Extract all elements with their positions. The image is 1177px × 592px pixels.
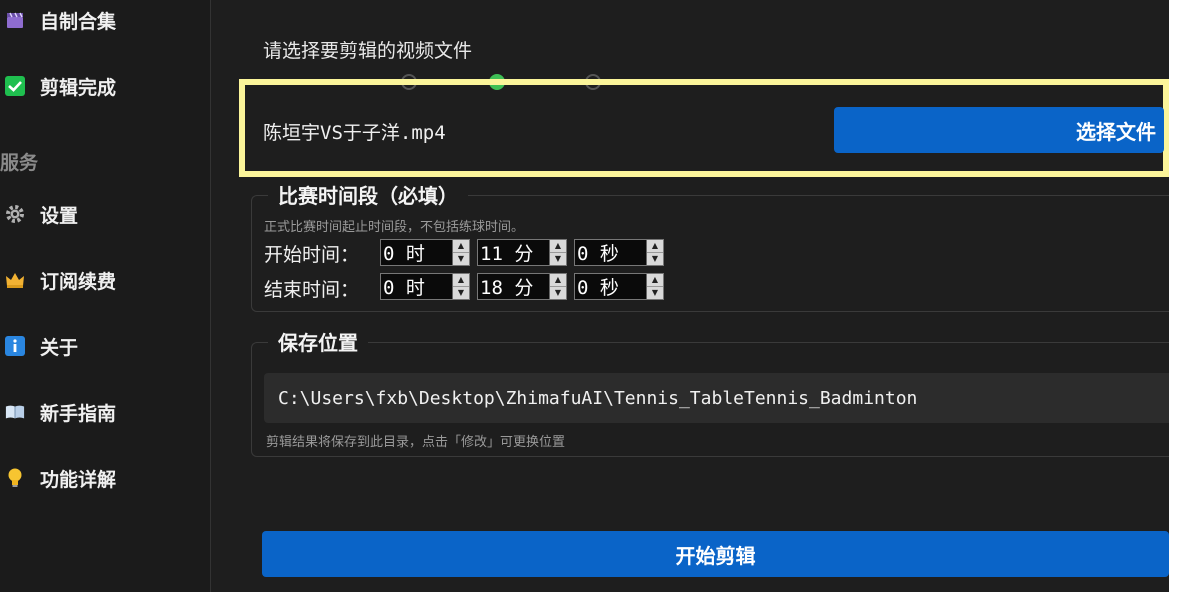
spin-down-icon[interactable]: ▼ (453, 252, 469, 265)
spin-down-icon[interactable]: ▼ (550, 286, 566, 299)
end-minute-spinbox[interactable]: 18 分 ▲ ▼ (477, 273, 567, 300)
sidebar-item-label: 关于 (40, 336, 79, 359)
main-panel: 请选择要剪辑的视频文件 陈垣宇VS于子洋.mp4 选择文件 比赛时间段（必填） … (211, 0, 1170, 592)
save-path-field[interactable]: C:\Users\fxb\Desktop\ZhimafuAI\Tennis_Ta… (264, 373, 1170, 423)
sidebar-item-label: 自制合集 (40, 10, 117, 33)
sidebar-item-edit-complete[interactable]: 剪辑完成 (0, 66, 210, 106)
sidebar-item-feature-details[interactable]: 功能详解 (0, 458, 210, 498)
match-time-hint: 正式比赛时间起止时间段，不包括练球时间。 (264, 220, 525, 235)
match-time-group: 比赛时间段（必填） 正式比赛时间起止时间段，不包括练球时间。 开始时间： 0 时… (251, 180, 1169, 312)
spin-arrows[interactable]: ▲ ▼ (646, 274, 663, 299)
sidebar-item-about[interactable]: 关于 (0, 326, 210, 366)
start-minute-spinbox[interactable]: 11 分 ▲ ▼ (477, 239, 567, 266)
spin-value: 18 分 (480, 277, 534, 299)
end-hour-spinbox[interactable]: 0 时 ▲ ▼ (380, 273, 470, 300)
spin-value: 0 时 (383, 277, 425, 299)
spin-arrows[interactable]: ▲ ▼ (452, 240, 469, 265)
book-icon (5, 402, 25, 422)
checkmark-icon (5, 76, 25, 96)
spin-value: 0 秒 (577, 277, 619, 299)
spin-arrows[interactable]: ▲ ▼ (452, 274, 469, 299)
sidebar: 自制合集 剪辑完成 服务 设置 订阅续费 关于 新手指南 功能详解 (0, 0, 211, 592)
lightbulb-icon (5, 468, 25, 488)
spin-arrows[interactable]: ▲ ▼ (646, 240, 663, 265)
spin-down-icon[interactable]: ▼ (453, 286, 469, 299)
gear-icon (5, 204, 25, 224)
spin-down-icon[interactable]: ▼ (647, 252, 663, 265)
spin-up-icon[interactable]: ▲ (550, 274, 566, 286)
spin-up-icon[interactable]: ▲ (453, 274, 469, 286)
spin-up-icon[interactable]: ▲ (550, 240, 566, 252)
info-icon (5, 336, 25, 356)
spin-up-icon[interactable]: ▲ (453, 240, 469, 252)
sidebar-item-label: 新手指南 (40, 402, 117, 425)
save-location-title: 保存位置 (268, 327, 368, 356)
sidebar-item-subscription[interactable]: 订阅续费 (0, 260, 210, 300)
crown-icon (5, 270, 25, 290)
end-time-label: 结束时间： (264, 279, 360, 301)
sidebar-item-custom-collection[interactable]: 自制合集 (0, 0, 210, 40)
spin-down-icon[interactable]: ▼ (647, 286, 663, 299)
spin-up-icon[interactable]: ▲ (647, 240, 663, 252)
clapperboard-icon (5, 10, 25, 30)
section-label-services: 服务 (0, 152, 39, 174)
spin-arrows[interactable]: ▲ ▼ (549, 240, 566, 265)
sidebar-item-label: 设置 (40, 204, 79, 227)
sidebar-item-settings[interactable]: 设置 (0, 194, 210, 234)
spin-value: 11 分 (480, 243, 534, 265)
save-location-group: 保存位置 C:\Users\fxb\Desktop\ZhimafuAI\Tenn… (251, 327, 1170, 457)
spin-down-icon[interactable]: ▼ (550, 252, 566, 265)
end-second-spinbox[interactable]: 0 秒 ▲ ▼ (574, 273, 664, 300)
select-file-button[interactable]: 选择文件 (834, 107, 1164, 153)
start-hour-spinbox[interactable]: 0 时 ▲ ▼ (380, 239, 470, 266)
file-select-prompt: 请选择要剪辑的视频文件 (263, 40, 473, 62)
sidebar-item-beginner-guide[interactable]: 新手指南 (0, 392, 210, 432)
start-second-spinbox[interactable]: 0 秒 ▲ ▼ (574, 239, 664, 266)
start-edit-button[interactable]: 开始剪辑 (262, 531, 1169, 577)
start-time-label: 开始时间： (264, 244, 360, 266)
sidebar-item-label: 订阅续费 (40, 270, 117, 293)
spin-arrows[interactable]: ▲ ▼ (549, 274, 566, 299)
spin-up-icon[interactable]: ▲ (647, 274, 663, 286)
spin-value: 0 时 (383, 243, 425, 265)
spin-value: 0 秒 (577, 243, 619, 265)
match-time-title: 比赛时间段（必填） (268, 180, 468, 209)
save-location-hint: 剪辑结果将保存到此目录，点击「修改」可更换位置 (266, 435, 566, 450)
sidebar-item-label: 剪辑完成 (40, 76, 117, 99)
right-edge-strip (1169, 0, 1177, 592)
sidebar-item-label: 功能详解 (40, 468, 117, 491)
selected-filename: 陈垣宇VS于子洋.mp4 (263, 122, 446, 144)
